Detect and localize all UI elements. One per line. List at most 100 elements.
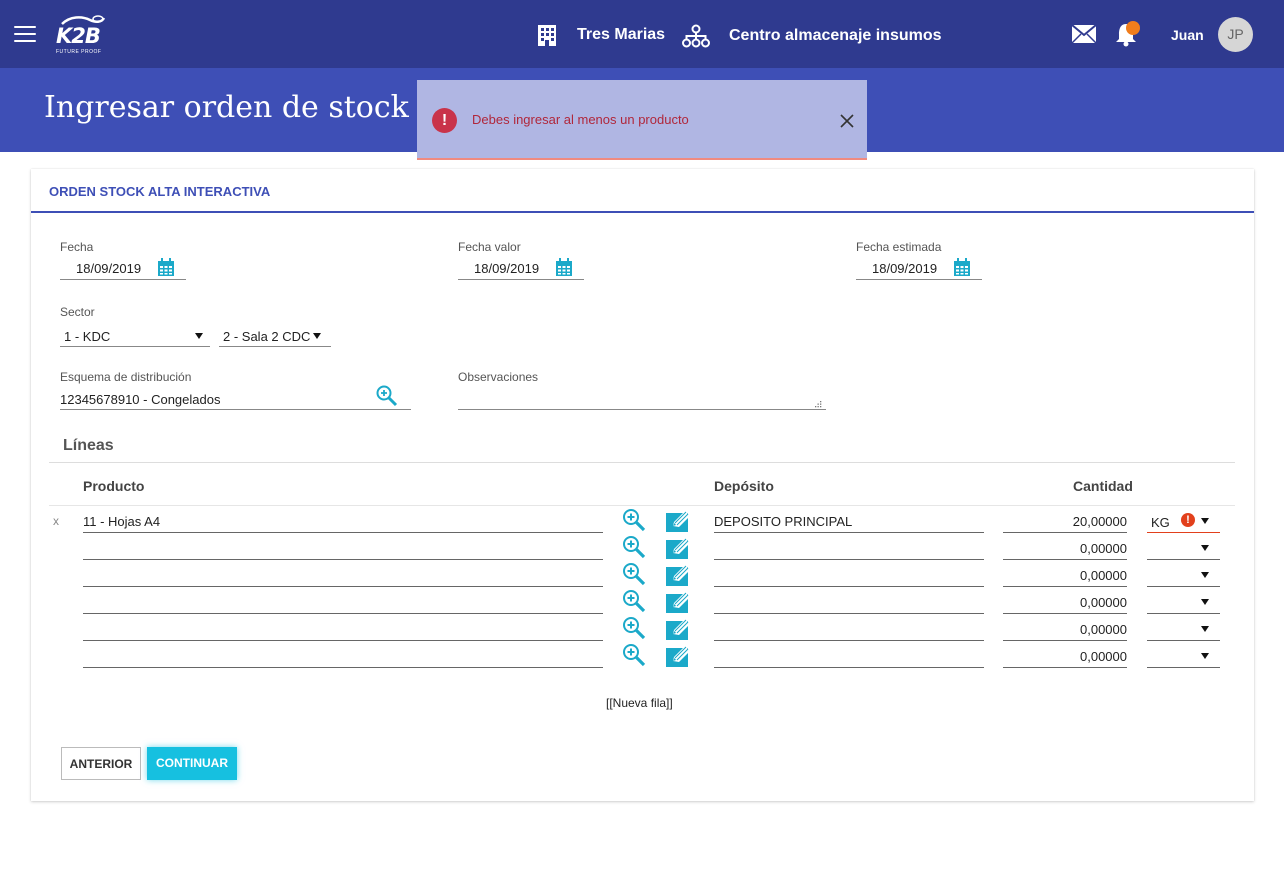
remove-row-button[interactable]: x xyxy=(53,514,59,528)
fecha-valor-label: Fecha valor xyxy=(458,240,521,254)
cantidad-value: 0,00000 xyxy=(1080,649,1127,664)
chevron-down-icon xyxy=(1201,545,1209,551)
error-toast: ! Debes ingresar al menos un producto xyxy=(417,80,867,160)
unidad-select[interactable] xyxy=(1147,532,1220,533)
producto-input[interactable] xyxy=(83,640,603,641)
chevron-down-icon xyxy=(1201,599,1209,605)
order-card: ORDEN STOCK ALTA INTERACTIVA Fecha 18/09… xyxy=(31,169,1254,801)
cantidad-input[interactable] xyxy=(1003,532,1127,533)
resize-handle-icon[interactable] xyxy=(814,400,822,408)
calendar-icon[interactable] xyxy=(157,258,175,277)
chevron-down-icon xyxy=(1201,518,1209,524)
esquema-field[interactable]: 12345678910 - Congelados xyxy=(60,385,411,410)
chevron-down-icon xyxy=(1201,626,1209,632)
continue-button[interactable]: CONTINUAR xyxy=(147,747,237,780)
close-icon[interactable] xyxy=(839,113,855,129)
warning-icon: ! xyxy=(1181,513,1195,527)
subsector-select[interactable]: 2 - Sala 2 CDC xyxy=(219,325,331,347)
unidad-select[interactable] xyxy=(1147,586,1220,587)
search-icon[interactable] xyxy=(622,643,646,672)
card-header: ORDEN STOCK ALTA INTERACTIVA xyxy=(31,169,1254,213)
hierarchy-icon xyxy=(682,24,710,48)
deposito-input[interactable] xyxy=(714,667,984,668)
edit-icon[interactable] xyxy=(665,536,693,565)
deposito-input[interactable] xyxy=(714,640,984,641)
previous-button[interactable]: ANTERIOR xyxy=(61,747,141,780)
logo[interactable]: K2B FUTURE PROOF xyxy=(54,14,108,58)
esquema-value: 12345678910 - Congelados xyxy=(60,392,221,407)
page-title: Ingresar orden de stock xyxy=(44,90,409,125)
logo-text: K2B xyxy=(56,24,101,48)
deposito-input[interactable] xyxy=(714,532,984,533)
edit-icon[interactable] xyxy=(665,509,693,538)
search-icon[interactable] xyxy=(622,535,646,564)
unidad-select[interactable] xyxy=(1147,613,1220,614)
chevron-down-icon xyxy=(1201,653,1209,659)
producto-input[interactable] xyxy=(83,613,603,614)
building-icon xyxy=(538,25,556,46)
logo-tagline: FUTURE PROOF xyxy=(56,49,102,55)
producto-input[interactable] xyxy=(83,667,603,668)
header-divider xyxy=(49,505,1235,506)
fecha-estimada-field[interactable]: 18/09/2019 xyxy=(856,258,982,280)
cantidad-input[interactable] xyxy=(1003,640,1127,641)
deposito-input[interactable] xyxy=(714,559,984,560)
search-icon[interactable] xyxy=(622,508,646,537)
unidad-value: KG xyxy=(1151,515,1170,530)
esquema-label: Esquema de distribución xyxy=(60,370,192,384)
producto-input[interactable] xyxy=(83,586,603,587)
search-icon[interactable] xyxy=(622,562,646,591)
producto-value: 11 - Hojas A4 xyxy=(83,514,161,529)
fecha-estimada-label: Fecha estimada xyxy=(856,240,942,254)
top-bar: K2B FUTURE PROOF Tres Marias Centro alma… xyxy=(0,0,1284,68)
search-icon[interactable] xyxy=(622,589,646,618)
fecha-valor-value: 18/09/2019 xyxy=(474,261,540,276)
lines-title: Líneas xyxy=(63,437,114,454)
chevron-down-icon xyxy=(195,333,203,339)
user-name[interactable]: Juan xyxy=(1171,27,1204,43)
lines-divider xyxy=(49,462,1235,463)
cantidad-value: 0,00000 xyxy=(1080,568,1127,583)
cantidad-input[interactable] xyxy=(1003,613,1127,614)
warehouse-name: Centro almacenaje insumos xyxy=(729,27,942,44)
calendar-icon[interactable] xyxy=(953,258,971,277)
cantidad-input[interactable] xyxy=(1003,667,1127,668)
cantidad-input[interactable] xyxy=(1003,559,1127,560)
producto-input[interactable] xyxy=(83,559,603,560)
edit-icon[interactable] xyxy=(665,590,693,619)
observaciones-label: Observaciones xyxy=(458,370,539,384)
menu-icon[interactable] xyxy=(14,26,36,42)
error-message: Debes ingresar al menos un producto xyxy=(472,112,689,127)
cantidad-value: 0,00000 xyxy=(1080,622,1127,637)
deposito-input[interactable] xyxy=(714,586,984,587)
sector-value: 1 - KDC xyxy=(64,329,111,344)
sector-select[interactable]: 1 - KDC xyxy=(60,325,210,347)
edit-icon[interactable] xyxy=(665,644,693,673)
unidad-select[interactable] xyxy=(1147,640,1220,641)
unidad-select[interactable] xyxy=(1147,559,1220,560)
fecha-field[interactable]: 18/09/2019 xyxy=(60,258,186,280)
mail-icon[interactable] xyxy=(1071,24,1097,44)
cantidad-input[interactable] xyxy=(1003,586,1127,587)
search-icon[interactable] xyxy=(376,385,398,407)
unidad-select[interactable] xyxy=(1147,667,1220,668)
column-header-cantidad: Cantidad xyxy=(1073,478,1133,494)
fecha-valor-field[interactable]: 18/09/2019 xyxy=(458,258,584,280)
edit-icon[interactable] xyxy=(665,617,693,646)
new-row-link[interactable]: [[Nueva fila]] xyxy=(606,696,673,710)
notifications-button[interactable] xyxy=(1114,20,1140,53)
company-selector[interactable]: Tres Marias xyxy=(537,24,665,46)
card-title: ORDEN STOCK ALTA INTERACTIVA xyxy=(49,184,271,199)
company-name: Tres Marias xyxy=(577,26,666,43)
producto-input[interactable] xyxy=(83,532,603,533)
avatar[interactable]: JP xyxy=(1218,17,1253,52)
search-icon[interactable] xyxy=(622,616,646,645)
fecha-estimada-value: 18/09/2019 xyxy=(872,261,938,276)
warehouse-selector[interactable]: Centro almacenaje insumos xyxy=(682,24,942,48)
deposito-input[interactable] xyxy=(714,613,984,614)
column-header-deposito: Depósito xyxy=(714,478,774,494)
observaciones-field[interactable] xyxy=(458,388,826,410)
edit-icon[interactable] xyxy=(665,563,693,592)
calendar-icon[interactable] xyxy=(555,258,573,277)
fecha-value: 18/09/2019 xyxy=(76,261,142,276)
